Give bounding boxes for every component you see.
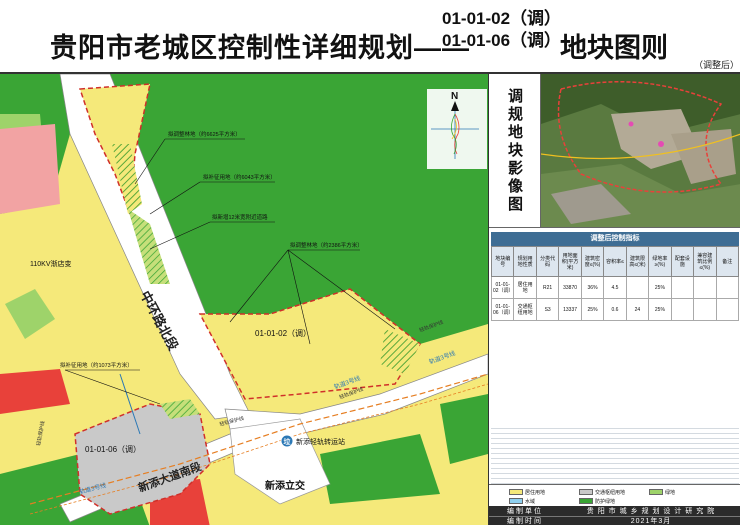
cell	[670, 276, 695, 299]
legend-swatch	[509, 489, 523, 495]
th-9: 兼容建筑比例≤(%)	[693, 246, 717, 277]
control-index-table: 调整后控制指标 地块编号 规划用地性质 分类代码 用地面积(平方米) 建筑密度≤…	[490, 232, 740, 422]
legend-swatch	[579, 498, 593, 504]
th-7: 绿地率≥(%)	[648, 246, 672, 277]
aerial-image	[541, 74, 740, 228]
unit-value: 贵 阳 市 城 乡 规 划 设 计 研 究 院	[586, 507, 716, 515]
legend-label: 居住用地	[525, 489, 546, 496]
map-canvas: 垃 拟调整林地（约6625平方米） 拟补征用地（约6043平方米） 拟新增12米…	[0, 74, 488, 525]
aerial-canvas	[541, 74, 740, 227]
th-8: 配套设施	[670, 246, 695, 277]
north-compass: N	[427, 89, 487, 169]
legend-label: 防护绿地	[595, 498, 616, 505]
legend-item: 防护绿地	[579, 497, 615, 505]
th-3: 用地面积(平方米)	[558, 246, 582, 277]
th-2: 分类代码	[535, 246, 560, 277]
cell: 33870	[558, 276, 582, 299]
th-6: 建筑限高≤(米)	[625, 246, 650, 277]
footer-date-row: 编制时间 2021年3月	[489, 517, 740, 525]
page-title-tail: 地块图则	[560, 33, 668, 63]
north-label: N	[451, 91, 458, 102]
header: 贵阳市老城区控制性详细规划—— 01-01-02（调） 01-01-06（调） …	[0, 0, 740, 72]
right-panel: 调规地块影像图 调整后控制指标 地块编号 规划用地性质 分类代码 用地面积(平方…	[488, 72, 740, 525]
substation-label: 110KV渐店变	[30, 259, 72, 268]
cell	[625, 276, 650, 299]
table-row: 01-01-06（调） 交通枢纽用地 S3 13337 25% 0.6 24 2…	[490, 298, 740, 321]
pink-zone	[0, 124, 60, 214]
index-table: 地块编号 规划用地性质 分类代码 用地面积(平方米) 建筑密度≤(%) 容积率≤…	[490, 246, 740, 321]
cell	[670, 298, 695, 321]
cell: 25%	[648, 298, 672, 321]
cell	[715, 276, 740, 299]
th-10: 备注	[715, 246, 740, 277]
cell: 4.5	[603, 276, 627, 299]
unit-key: 编制单位	[507, 507, 543, 515]
cell: 25%	[580, 298, 605, 321]
legend-item: 居住用地	[509, 488, 545, 496]
date-value: 2021年3月	[630, 518, 672, 525]
legend-item: 交通枢纽用地	[579, 488, 625, 496]
planning-map[interactable]: 垃 拟调整林地（约6625平方米） 拟补征用地（约6043平方米） 拟新增12米…	[0, 72, 488, 525]
legend-label: 水域	[525, 498, 536, 505]
interchange-label: 新添立交	[265, 479, 305, 492]
notes-area	[491, 424, 739, 484]
cell: 36%	[580, 276, 605, 299]
legend-swatch	[509, 498, 523, 504]
legend-item: 水域	[509, 497, 535, 505]
legend-label: 绿地	[665, 489, 676, 496]
th-0: 地块编号	[490, 246, 515, 277]
legend-label: 交通枢纽用地	[595, 489, 626, 496]
cell: 24	[625, 298, 650, 321]
th-5: 容积率≤	[603, 246, 627, 277]
image-label: 调规地块影像图	[506, 87, 523, 214]
cell: 居住用地	[513, 276, 537, 299]
footer: 编制单位 贵 阳 市 城 乡 规 划 设 计 研 究 院 编制时间 2021年3…	[489, 506, 740, 525]
table-row: 01-01-02（调） 居住用地 R21 33870 36% 4.5 25%	[490, 276, 740, 299]
annot-2: 拟补征用地（约6043平方米）	[203, 173, 276, 181]
cell: 01-01-06（调）	[490, 298, 515, 321]
date-key: 编制时间	[507, 518, 543, 525]
adjusted-note: （调整后）	[694, 60, 740, 70]
cell: 01-01-02（调）	[490, 276, 515, 299]
legend-item: 绿地	[649, 488, 675, 496]
legend-swatch	[579, 489, 593, 495]
th-1: 规划用地性质	[513, 246, 537, 277]
parcel-codes: 01-01-02（调） 01-01-06（调）	[442, 8, 561, 52]
cell: R21	[535, 276, 560, 299]
parcel-06-label: 01-01-06（调）	[85, 445, 141, 454]
parcel-code-2: 01-01-06（调）	[442, 31, 562, 50]
cell: 25%	[648, 276, 672, 299]
cell: S3	[535, 298, 560, 321]
legend-swatch	[649, 489, 663, 495]
annot-5: 拟补征用地（约1073平方米）	[60, 361, 133, 369]
cell: 0.6	[603, 298, 627, 321]
cell: 交通枢纽用地	[513, 298, 537, 321]
cell	[693, 276, 717, 299]
annot-3: 拟新增12米宽附近道路	[212, 213, 268, 221]
table-header-row: 地块编号 规划用地性质 分类代码 用地面积(平方米) 建筑密度≤(%) 容积率≤…	[490, 246, 740, 277]
footer-unit-row: 编制单位 贵 阳 市 城 乡 规 划 设 计 研 究 院	[489, 506, 740, 517]
cell	[715, 298, 740, 321]
table-title: 调整后控制指标	[491, 232, 739, 246]
image-label-box: 调规地块影像图	[489, 74, 541, 228]
cell: 13337	[558, 298, 582, 321]
page-title: 贵阳市老城区控制性详细规划——	[50, 33, 470, 63]
legend: 居住用地 交通枢纽用地 绿地 水域 防护绿地	[489, 484, 740, 506]
parcel-02-label: 01-01-02（调）	[255, 329, 311, 338]
th-4: 建筑密度≤(%)	[580, 246, 605, 277]
transfer-station-label: 新添轻轨转运站	[296, 437, 345, 446]
cell	[693, 298, 717, 321]
station-marker-text: 垃	[284, 437, 291, 446]
parcel-code-1: 01-01-02（调）	[442, 9, 562, 28]
annot-4: 拟调整林地（约2386平方米）	[290, 241, 363, 249]
annot-1: 拟调整林地（约6625平方米）	[168, 130, 241, 138]
